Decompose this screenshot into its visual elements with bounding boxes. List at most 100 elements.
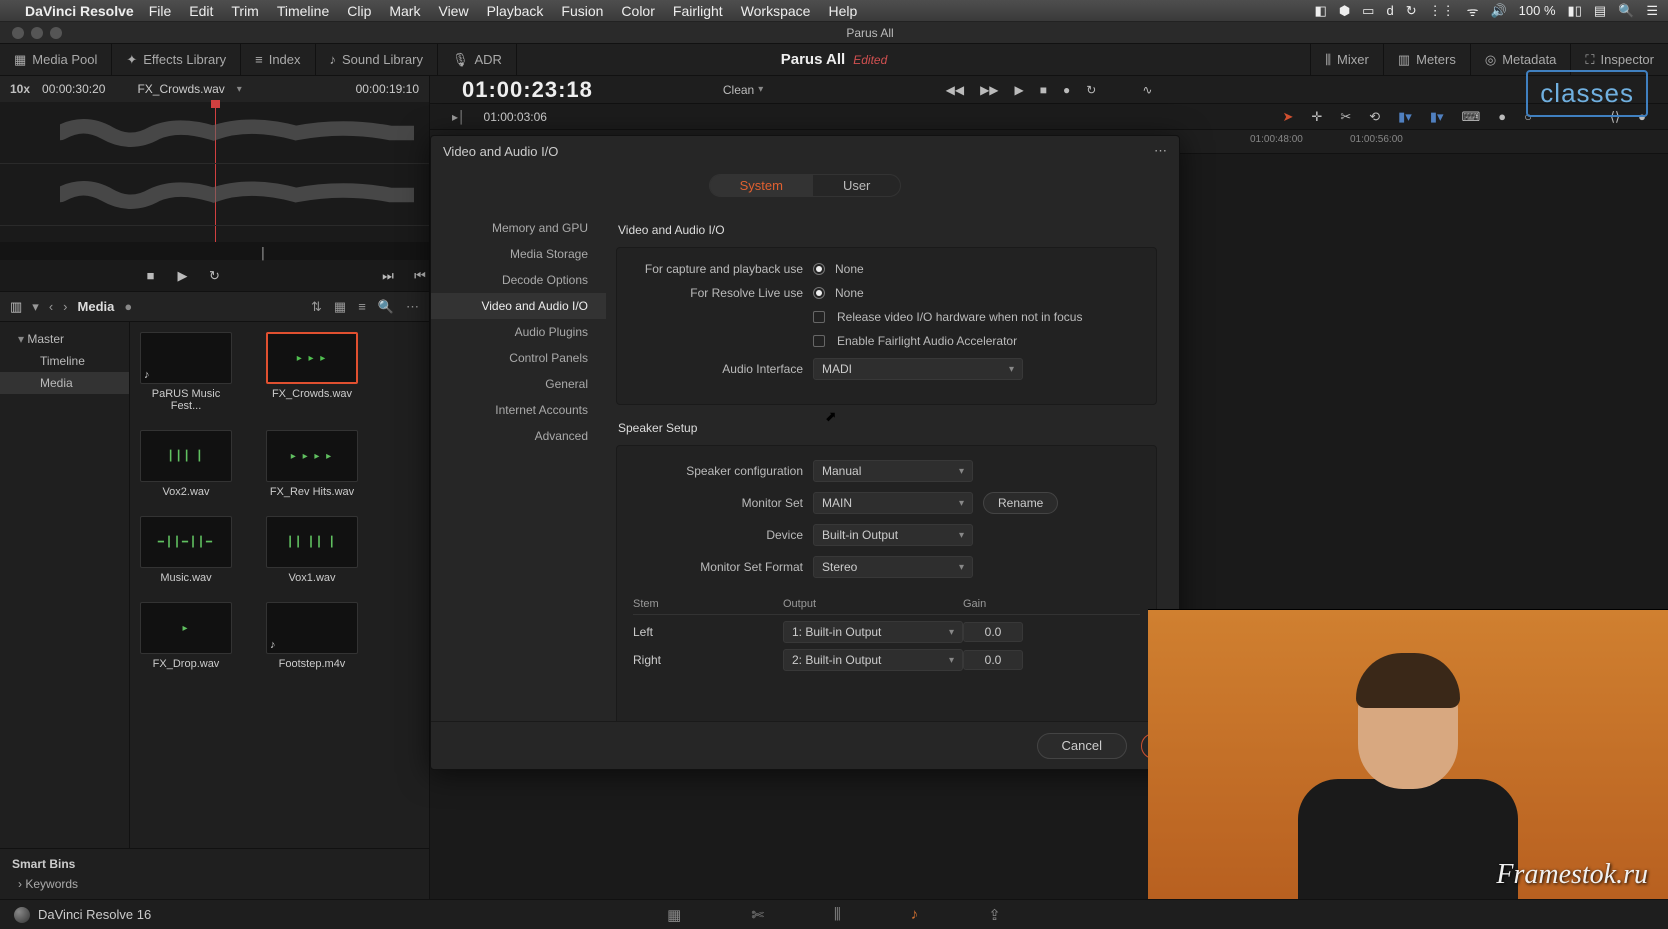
page-fairlight-icon[interactable]: ♪ bbox=[911, 906, 919, 924]
nav-media-storage[interactable]: Media Storage bbox=[431, 241, 606, 267]
status-tray-icon[interactable]: ↻ bbox=[1406, 3, 1417, 19]
menu-trim[interactable]: Trim bbox=[231, 3, 258, 19]
pointer-tool-icon[interactable]: ➤ bbox=[1283, 109, 1294, 125]
status-tray-icon[interactable]: ◧ bbox=[1315, 3, 1327, 19]
nav-forward-button[interactable]: › bbox=[63, 299, 67, 314]
search-button[interactable]: 🔍 bbox=[378, 299, 394, 315]
live-none-radio[interactable] bbox=[813, 287, 825, 299]
play-button[interactable]: ▶ bbox=[174, 267, 192, 285]
clip-thumb[interactable]: ♪Footstep.m4v bbox=[266, 602, 358, 670]
menu-workspace[interactable]: Workspace bbox=[741, 3, 811, 19]
sound-library-button[interactable]: ♪Sound Library bbox=[316, 44, 438, 75]
zoom-level[interactable]: 10x bbox=[10, 82, 30, 96]
battery-pct[interactable]: 100 % bbox=[1519, 3, 1556, 18]
next-clip-button[interactable]: ⏭ bbox=[379, 267, 397, 285]
list-view-button[interactable]: ≡ bbox=[358, 299, 366, 314]
audio-interface-dropdown[interactable]: MADI▾ bbox=[813, 358, 1023, 380]
nav-video-audio-io[interactable]: Video and Audio I/O bbox=[431, 293, 606, 319]
fast-forward-button[interactable]: ▶▶ bbox=[980, 83, 998, 97]
link-tool-icon[interactable]: ⟲ bbox=[1369, 109, 1380, 125]
menu-timeline[interactable]: Timeline bbox=[277, 3, 329, 19]
bin-view-icon[interactable]: ▥ bbox=[10, 299, 22, 315]
meters-button[interactable]: ▥Meters bbox=[1383, 44, 1470, 75]
page-edit-icon[interactable]: ⫼ bbox=[834, 906, 841, 924]
smart-bins-header[interactable]: Smart Bins bbox=[12, 857, 417, 871]
marker-tool-icon[interactable]: ✛ bbox=[1311, 109, 1322, 125]
nav-advanced[interactable]: Advanced bbox=[431, 423, 606, 449]
status-tray-icon[interactable]: ▭ bbox=[1362, 3, 1374, 19]
menu-clip[interactable]: Clip bbox=[347, 3, 371, 19]
nav-audio-plugins[interactable]: Audio Plugins bbox=[431, 319, 606, 345]
monitor-set-dropdown[interactable]: MAIN▾ bbox=[813, 492, 973, 514]
release-io-checkbox[interactable] bbox=[813, 311, 825, 323]
cancel-button[interactable]: Cancel bbox=[1037, 733, 1127, 759]
play-button[interactable]: ▶ bbox=[1015, 83, 1024, 97]
keyboard-icon[interactable]: ⌨ bbox=[1462, 109, 1481, 125]
mixer-button[interactable]: ⫼Mixer bbox=[1310, 44, 1383, 75]
prev-clip-button[interactable]: ⏮ bbox=[411, 267, 429, 285]
more-button[interactable]: ⋯ bbox=[406, 299, 419, 315]
volume-icon[interactable]: 🔊 bbox=[1490, 3, 1506, 19]
page-cut-icon[interactable]: ✄ bbox=[751, 906, 764, 924]
adr-button[interactable]: 🎙ADR bbox=[438, 44, 517, 75]
stem-left-gain-input[interactable]: 0.0 bbox=[963, 622, 1023, 642]
menu-view[interactable]: View bbox=[438, 3, 468, 19]
sort-button[interactable]: ⇅ bbox=[311, 299, 322, 315]
page-deliver-icon[interactable]: ⇪ bbox=[988, 906, 1001, 924]
clip-waveform-viewer[interactable] bbox=[0, 102, 429, 242]
nav-general[interactable]: General bbox=[431, 371, 606, 397]
loop-button[interactable]: ↻ bbox=[1086, 83, 1096, 97]
automation-button[interactable]: ∿ bbox=[1142, 83, 1152, 97]
status-tray-icon[interactable]: ⬢ bbox=[1339, 3, 1350, 19]
status-tray-icon[interactable]: d bbox=[1386, 3, 1393, 18]
nav-memory[interactable]: Memory and GPU bbox=[431, 215, 606, 241]
loop-button[interactable]: ↻ bbox=[206, 267, 224, 285]
flag-b-icon[interactable]: ▮▾ bbox=[1430, 109, 1444, 125]
chevron-down-icon[interactable]: ▾ bbox=[32, 299, 39, 315]
clean-mode-dropdown[interactable]: Clean bbox=[723, 83, 754, 97]
wifi-icon[interactable]: ⋮⋮ bbox=[1429, 3, 1455, 19]
page-media-icon[interactable]: ▦ bbox=[667, 906, 681, 924]
record-button[interactable]: ● bbox=[1063, 83, 1070, 97]
menu-help[interactable]: Help bbox=[828, 3, 857, 19]
search-icon[interactable]: 🔍 bbox=[1618, 3, 1634, 19]
menu-file[interactable]: File bbox=[149, 3, 172, 19]
nav-back-button[interactable]: ‹ bbox=[49, 299, 53, 314]
clip-thumb[interactable]: ┃┃ ┃┃ ┃Vox1.wav bbox=[266, 516, 358, 584]
clip-thumb[interactable]: ┃┃┃ ┃Vox2.wav bbox=[140, 430, 232, 498]
index-button[interactable]: ≡Index bbox=[241, 44, 315, 75]
menu-playback[interactable]: Playback bbox=[487, 3, 544, 19]
tab-user[interactable]: User bbox=[813, 175, 900, 196]
bin-tree-master[interactable]: Master bbox=[0, 328, 129, 350]
effects-library-button[interactable]: ✦Effects Library bbox=[112, 44, 241, 75]
device-dropdown[interactable]: Built-in Output▾ bbox=[813, 524, 973, 546]
rewind-button[interactable]: ◀◀ bbox=[946, 83, 964, 97]
battery-icon[interactable]: ▮▯ bbox=[1568, 3, 1582, 19]
stem-left-output-dropdown[interactable]: 1: Built-in Output▾ bbox=[783, 621, 963, 643]
keywords-bin[interactable]: Keywords bbox=[12, 877, 417, 891]
clip-thumb[interactable]: ━┃┃━┃┃━Music.wav bbox=[140, 516, 232, 584]
clip-thumb[interactable]: ▸ ▸ ▸ ▸FX_Rev Hits.wav bbox=[266, 430, 358, 498]
menu-edit[interactable]: Edit bbox=[189, 3, 213, 19]
rename-monitor-set-button[interactable]: Rename bbox=[983, 492, 1058, 514]
menu-icon[interactable]: ☰ bbox=[1646, 3, 1658, 19]
nav-control-panels[interactable]: Control Panels bbox=[431, 345, 606, 371]
stem-right-gain-input[interactable]: 0.0 bbox=[963, 650, 1023, 670]
speaker-config-dropdown[interactable]: Manual▾ bbox=[813, 460, 973, 482]
stem-right-output-dropdown[interactable]: 2: Built-in Output▾ bbox=[783, 649, 963, 671]
bin-tree-timeline[interactable]: Timeline bbox=[0, 350, 129, 372]
capture-none-radio[interactable] bbox=[813, 263, 825, 275]
window-maximize-button[interactable] bbox=[50, 27, 62, 39]
app-name[interactable]: DaVinci Resolve bbox=[25, 3, 134, 19]
menu-fairlight[interactable]: Fairlight bbox=[673, 3, 723, 19]
menu-fusion[interactable]: Fusion bbox=[561, 3, 603, 19]
clip-thumb[interactable]: ▸FX_Drop.wav bbox=[140, 602, 232, 670]
nav-internet[interactable]: Internet Accounts bbox=[431, 397, 606, 423]
fairlight-accel-checkbox[interactable] bbox=[813, 335, 825, 347]
format-dropdown[interactable]: Stereo▾ bbox=[813, 556, 973, 578]
clip-thumb[interactable]: ▸ ▸ ▸FX_Crowds.wav bbox=[266, 332, 358, 412]
nav-decode[interactable]: Decode Options bbox=[431, 267, 606, 293]
more-options-button[interactable]: ⋯ bbox=[1154, 143, 1167, 159]
scrub-bar[interactable]: │ bbox=[0, 242, 429, 260]
grid-view-button[interactable]: ▦ bbox=[334, 299, 346, 315]
